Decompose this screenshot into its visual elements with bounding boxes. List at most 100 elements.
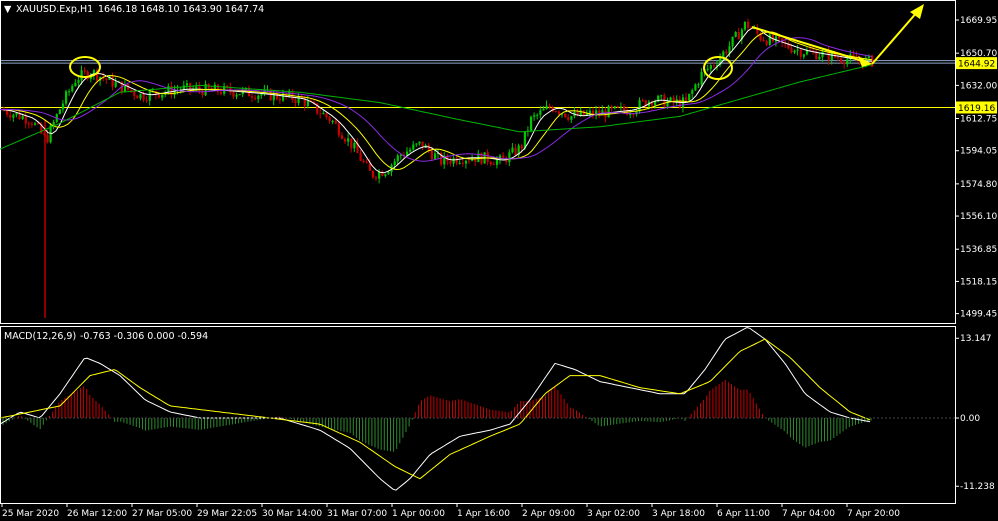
annotations xyxy=(69,4,924,80)
candle-body xyxy=(142,93,145,100)
candle-body xyxy=(251,96,254,98)
candle-body xyxy=(542,109,545,111)
candle-body xyxy=(629,113,632,115)
candle-body xyxy=(365,161,368,163)
candle-body xyxy=(548,105,551,108)
current-price-tag: 1644.92 xyxy=(958,60,995,70)
candle-body xyxy=(793,50,796,53)
macd-tick-label: -11.238 xyxy=(960,482,995,492)
candle-body xyxy=(139,93,142,99)
macd-values: -0.763 -0.306 0.000 -0.594 xyxy=(80,331,208,342)
candle-body xyxy=(71,86,74,92)
candle-body xyxy=(486,152,489,163)
candle-body xyxy=(328,117,331,122)
candle-body xyxy=(80,70,83,81)
candle-body xyxy=(623,106,626,111)
candle-body xyxy=(58,109,61,115)
candle-body xyxy=(461,162,464,164)
candle-body xyxy=(818,57,821,60)
candle-body xyxy=(799,49,802,57)
candle-body xyxy=(731,36,734,47)
candle-body xyxy=(257,95,260,100)
ma-mid-line xyxy=(0,31,873,171)
candle-body xyxy=(331,120,334,122)
candle-body xyxy=(430,150,433,160)
candle-body xyxy=(533,115,536,117)
candle-body xyxy=(610,106,613,109)
candle-body xyxy=(638,100,641,112)
moving-averages xyxy=(0,27,873,174)
candle-body xyxy=(660,95,663,97)
macd-pane-frame xyxy=(0,326,956,504)
candle-body xyxy=(536,114,539,116)
candle-body xyxy=(654,101,657,106)
candle-body xyxy=(774,36,778,42)
collapse-arrow-icon[interactable]: ▼ xyxy=(4,4,12,15)
time-tick-label: 2 Apr 09:00 xyxy=(522,509,575,519)
candle-body xyxy=(846,59,849,65)
candle-body xyxy=(9,114,12,118)
trading-chart[interactable]: 1669.951650.701632.001612.751594.051574.… xyxy=(0,0,998,521)
candle-body xyxy=(384,174,387,177)
candle-body xyxy=(570,116,573,120)
candle-body xyxy=(68,91,71,93)
candle-body xyxy=(136,95,139,99)
candle-body xyxy=(725,51,728,54)
candle-body xyxy=(396,155,399,162)
candle-body xyxy=(455,157,458,164)
candle-body xyxy=(65,91,68,104)
candle-body xyxy=(359,152,362,161)
candle-body xyxy=(350,138,353,149)
candle-body xyxy=(105,78,108,80)
candle-body xyxy=(706,68,709,70)
candle-body xyxy=(616,106,619,108)
price-tick-label: 1612.75 xyxy=(960,115,997,125)
candle-body xyxy=(495,159,499,165)
price-tick-label: 1632.00 xyxy=(960,81,997,91)
candle-body xyxy=(840,58,843,63)
macd-label: MACD(12,26,9) xyxy=(4,331,76,342)
candle-body xyxy=(737,31,740,40)
time-tick-label: 30 Mar 14:00 xyxy=(262,509,322,519)
candle-body xyxy=(260,94,263,96)
price-tick-label: 1556.10 xyxy=(960,212,997,222)
candle-body xyxy=(415,143,418,145)
candle-body xyxy=(613,106,616,109)
candle-body xyxy=(319,113,322,115)
arrow-up-line xyxy=(871,10,919,65)
candle-body xyxy=(52,121,55,126)
candle-body xyxy=(709,65,712,69)
candle-body xyxy=(641,100,644,102)
candle-body xyxy=(30,123,34,125)
candle-body xyxy=(821,51,824,58)
candle-body xyxy=(452,157,455,164)
candle-body xyxy=(734,31,737,37)
candle-body xyxy=(663,95,666,107)
candle-body xyxy=(278,98,282,101)
candle-body xyxy=(669,97,672,102)
candle-body xyxy=(322,113,325,115)
horizontal-levels xyxy=(1,60,955,108)
candle-body xyxy=(111,76,114,87)
candle-body xyxy=(399,154,402,156)
candle-body xyxy=(520,145,523,149)
time-tick-label: 6 Apr 11:00 xyxy=(717,509,770,519)
candle-body xyxy=(691,90,694,94)
candle-body xyxy=(34,123,37,125)
time-tick-label: 1 Apr 00:00 xyxy=(392,509,445,519)
level-price-tag: 1619.16 xyxy=(958,104,995,114)
candle-body xyxy=(238,94,241,96)
price-tick-label: 1499.45 xyxy=(960,310,997,320)
candle-body xyxy=(74,82,77,87)
time-tick-label: 1 Apr 16:00 xyxy=(457,509,510,519)
symbol-label: XAUUSD.Exp,H1 xyxy=(16,4,93,15)
candle-body xyxy=(588,110,592,113)
candle-body xyxy=(337,123,340,136)
candle-body xyxy=(220,91,223,94)
candle-body xyxy=(514,147,517,156)
candle-body xyxy=(334,120,337,124)
time-tick-label: 25 Mar 2020 xyxy=(2,509,59,519)
candle-body xyxy=(114,82,117,87)
candle-body xyxy=(167,86,170,93)
ma-fast-line xyxy=(0,27,873,174)
